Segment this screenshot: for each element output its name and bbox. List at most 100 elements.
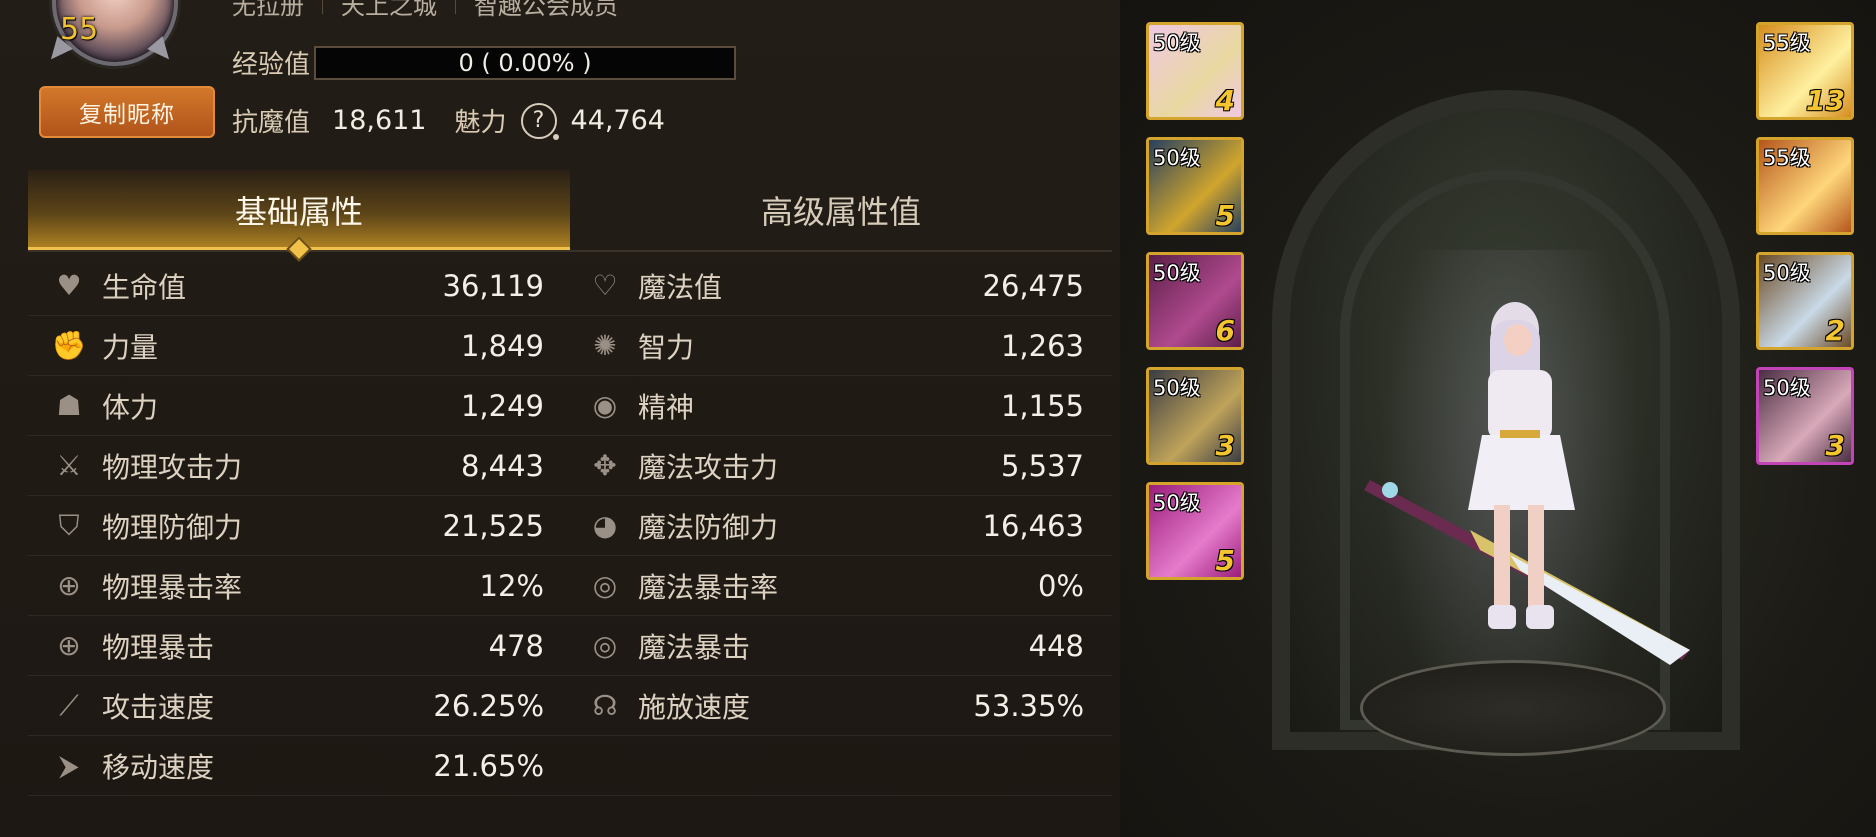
- resist-charm-row: 抗魔值 18,611 魅力 ? 44,764: [232, 102, 693, 140]
- magic-defense-icon: ◕: [592, 509, 618, 542]
- stat-label: 智力: [638, 330, 695, 364]
- copy-nickname-button[interactable]: 复制昵称: [39, 86, 215, 138]
- stat-value: 21.65%: [433, 748, 544, 783]
- stat-row: ✊ 力量 1,849 ✺ 智力 1,263: [28, 316, 1112, 376]
- resist-value: 18,611: [332, 105, 427, 136]
- stat-label: 魔法防御力: [638, 510, 779, 544]
- stat-cell: ◎ 魔法暴击率 0%: [564, 556, 1112, 615]
- necklace-slot[interactable]: 50级 2: [1756, 252, 1854, 350]
- stat-label: 魔法值: [638, 270, 723, 304]
- stat-label: 精神: [638, 390, 695, 424]
- stat-cell: ⮞ 移动速度 21.65%: [28, 736, 564, 795]
- player-info-text: 天上之城: [341, 0, 437, 20]
- player-info-text: 智趣公会成员: [474, 0, 618, 20]
- shoes-slot[interactable]: 50级 5: [1146, 482, 1244, 580]
- crosshair-icon: ⊕: [57, 569, 81, 602]
- slot-enhance-count: 5: [1215, 199, 1235, 232]
- stat-value: 0%: [1037, 568, 1084, 603]
- stat-cell: ⛉ 物理防御力 21,525: [28, 496, 564, 555]
- stat-cell: ☗ 体力 1,249: [28, 376, 564, 435]
- stat-value: 8,443: [460, 448, 544, 483]
- stat-row: ⊕ 物理暴击率 12% ◎ 魔法暴击率 0%: [28, 556, 1112, 616]
- weapon-slot[interactable]: 55级 13: [1756, 22, 1854, 120]
- ring-slot[interactable]: 50级 3: [1756, 367, 1854, 465]
- stat-row: ⟋ 攻击速度 26.25% ☊ 施放速度 53.35%: [28, 676, 1112, 736]
- heart-outline-icon: ♡: [592, 269, 618, 302]
- slot-level: 55级: [1763, 146, 1811, 170]
- slot-level: 50级: [1153, 376, 1201, 400]
- strength-icon: ✊: [51, 329, 87, 362]
- stat-label: 物理防御力: [102, 510, 243, 544]
- stat-row: ⚔ 物理攻击力 8,443 ✥ 魔法攻击力 5,537: [28, 436, 1112, 496]
- level-badge: 55: [60, 12, 99, 47]
- charm-label: 魅力: [454, 108, 507, 138]
- stat-cell: ◕ 魔法防御力 16,463: [564, 496, 1112, 555]
- attribute-tabs: 基础属性 高级属性值: [28, 170, 1112, 252]
- stat-label: 力量: [102, 330, 159, 364]
- stat-value: 5,537: [1000, 448, 1084, 483]
- stat-value: 36,119: [442, 268, 544, 303]
- stat-label: 魔法暴击: [638, 630, 751, 664]
- stat-row: ♥ 生命值 36,119 ♡ 魔法值 26,475: [28, 256, 1112, 316]
- stat-label: 物理暴击率: [102, 570, 243, 604]
- target-icon: ◎: [592, 569, 618, 602]
- slot-enhance-count: 5: [1215, 544, 1235, 577]
- slot-enhance-count: 4: [1215, 84, 1235, 117]
- charm-value: 44,764: [570, 105, 665, 136]
- stat-cell: ✥ 魔法攻击力 5,537: [564, 436, 1112, 495]
- stat-cell: ☊ 施放速度 53.35%: [564, 676, 1112, 735]
- stat-value: 1,849: [460, 328, 544, 363]
- attack-speed-icon: ⟋: [59, 688, 79, 722]
- slot-enhance-count: 3: [1215, 429, 1235, 462]
- stat-cell: [564, 736, 1112, 795]
- stat-value: 53.35%: [973, 688, 1084, 723]
- boot-icon: ⮞: [58, 748, 80, 782]
- top-slot[interactable]: 50级 4: [1146, 22, 1244, 120]
- stat-label: 体力: [102, 390, 159, 424]
- help-icon[interactable]: ?: [520, 102, 559, 140]
- slot-enhance-count: 13: [1806, 84, 1845, 117]
- slot-level: 50级: [1153, 146, 1201, 170]
- character-sprite[interactable]: [1360, 300, 1720, 740]
- stat-row: ⛉ 物理防御力 21,525 ◕ 魔法防御力 16,463: [28, 496, 1112, 556]
- stat-label: 移动速度: [102, 750, 215, 784]
- stat-label: 魔法攻击力: [638, 450, 779, 484]
- stat-cell: ✊ 力量 1,849: [28, 316, 564, 375]
- help-glyph: ?: [532, 108, 545, 133]
- cast-speed-icon: ☊: [592, 689, 618, 722]
- stat-value: 1,249: [460, 388, 544, 423]
- title-slot[interactable]: 55级: [1756, 137, 1854, 235]
- stat-label: 物理暴击: [102, 630, 215, 664]
- exp-label: 经验值: [232, 50, 311, 80]
- slot-enhance-count: 6: [1215, 314, 1235, 347]
- stat-value: 26.25%: [433, 688, 544, 723]
- tab-advanced-attributes[interactable]: 高级属性值: [570, 170, 1112, 250]
- stat-value: 478: [488, 628, 544, 663]
- player-info-row: 无拉册 天上之城 智趣公会成员: [232, 0, 618, 20]
- slot-level: 50级: [1763, 261, 1811, 285]
- slot-level: 50级: [1153, 31, 1201, 55]
- resist-label: 抗魔值: [232, 108, 311, 138]
- slot-level: 50级: [1153, 491, 1201, 515]
- stat-row: ☗ 体力 1,249 ◉ 精神 1,155: [28, 376, 1112, 436]
- stat-cell: ♥ 生命值 36,119: [28, 256, 564, 315]
- armor-slot[interactable]: 50级 5: [1146, 137, 1244, 235]
- stat-label: 攻击速度: [102, 690, 215, 724]
- stat-cell: ◉ 精神 1,155: [564, 376, 1112, 435]
- exp-row: 经验值 0 ( 0.00% ): [232, 44, 737, 81]
- belt-slot[interactable]: 50级 3: [1146, 367, 1244, 465]
- spirit-icon: ◉: [592, 389, 618, 422]
- stat-label: 物理攻击力: [102, 450, 243, 484]
- stat-value: 12%: [479, 568, 544, 603]
- slot-level: 55级: [1763, 31, 1811, 55]
- stat-value: 448: [1028, 628, 1084, 663]
- stat-value: 26,475: [982, 268, 1084, 303]
- shield-icon: ⛉: [58, 508, 80, 542]
- crosshair-icon: ⊕: [57, 629, 81, 662]
- stat-cell: ⊕ 物理暴击 478: [28, 616, 564, 675]
- stat-label: 魔法暴击率: [638, 570, 779, 604]
- divider: [322, 0, 323, 14]
- stat-value: 21,525: [442, 508, 544, 543]
- pants-slot[interactable]: 50级 6: [1146, 252, 1244, 350]
- target-icon: ◎: [592, 629, 618, 662]
